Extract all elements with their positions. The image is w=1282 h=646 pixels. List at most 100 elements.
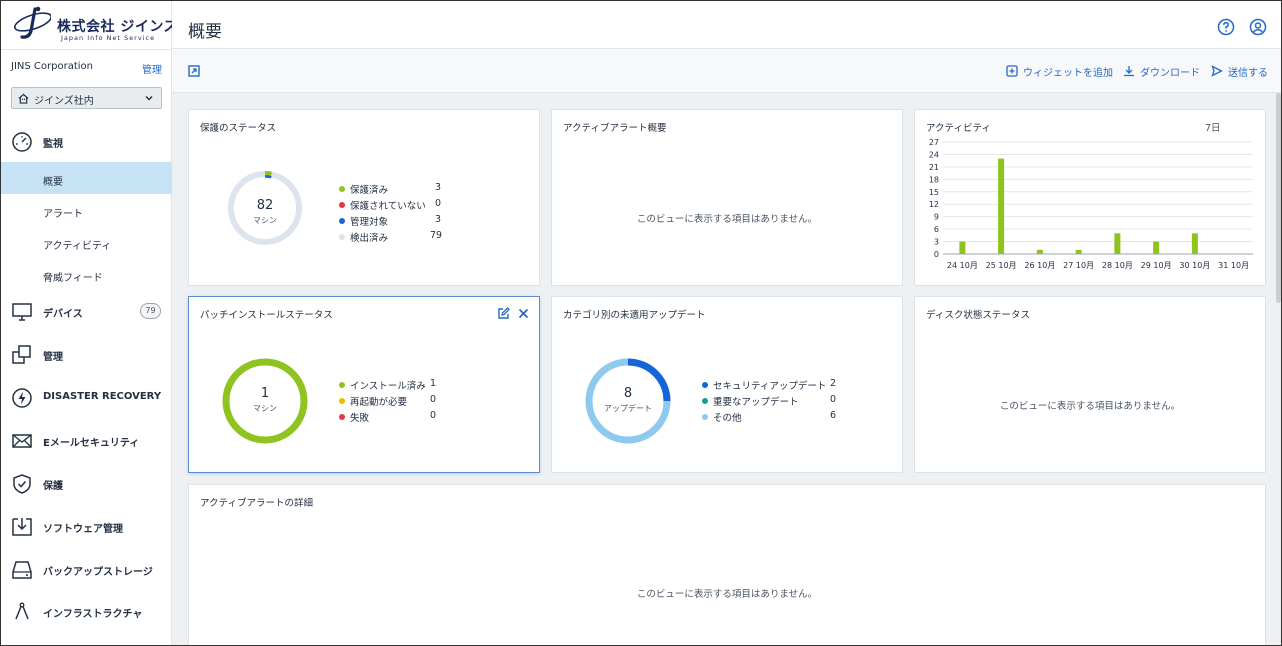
chevron-down-icon (145, 95, 153, 101)
activity-bar-chart: 0 3 6 9 12 15 18 21 24 27 24 10月 25 10月 26 10月 27 10月… (929, 138, 1253, 270)
nav-email-security[interactable]: Eメールセキュリティ (1, 420, 172, 460)
legend-dot (339, 202, 345, 208)
updates-donut-center: 8 アップデート (584, 386, 672, 414)
legend-item: インストール済み 1 (339, 378, 443, 392)
widget-active-alert-details[interactable]: アクティブアラートの詳細 このビューに表示する項目はありません。 (188, 484, 1266, 645)
activity-bar[interactable] (1036, 249, 1043, 254)
edit-icon[interactable] (497, 307, 510, 320)
tenant-name: ジインズ社内 (34, 96, 94, 107)
device-count-badge: 79 (140, 303, 161, 319)
tenant-select[interactable]: ジインズ社内 (11, 87, 162, 109)
legend-value: 0 (430, 410, 437, 421)
help-icon[interactable] (1217, 18, 1235, 36)
widget-activity[interactable]: アクティビティ 7日 0 3 6 9 12 15 18 21 24 27 24 10月 25 10月 2… (914, 109, 1266, 286)
org-manage-link[interactable]: 管理 (142, 61, 162, 76)
app-window: 株式会社 ジインズ Japan Info Net Service JINS Co… (0, 0, 1282, 646)
user-account-icon[interactable] (1249, 18, 1267, 36)
nav-label: 管理 (43, 352, 63, 363)
close-icon[interactable] (517, 307, 530, 320)
nav-infrastructure[interactable]: インフラストラクチャ (1, 591, 172, 631)
download-box-icon (12, 518, 32, 536)
widget-title: カテゴリ別の未適用アップデート (563, 310, 706, 321)
y-tick-label: 21 (929, 163, 939, 172)
page-title: 概要 (188, 22, 222, 42)
main-scrollbar[interactable] (1276, 93, 1281, 303)
add-widget-button[interactable]: ウィジェットを追加 (1006, 64, 1113, 79)
widget-patch-install-status[interactable]: パッチインストールステータス 1 マシン インストール済み 1 再起動が必要 0… (188, 296, 540, 473)
activity-bar[interactable] (1114, 233, 1121, 254)
y-tick-label: 18 (929, 175, 939, 184)
widget-title: ディスク状態ステータス (926, 310, 1030, 321)
send-button[interactable]: 送信する (1211, 64, 1268, 79)
legend-item: 失敗 0 (339, 410, 443, 424)
expand-icon[interactable] (188, 65, 200, 77)
add-widget-label: ウィジェットを追加 (1023, 68, 1113, 79)
nav-threat-feed[interactable]: 脅威フィード (1, 258, 172, 290)
nav-management[interactable]: 管理 (1, 334, 172, 374)
nav-software-management[interactable]: ソフトウェア管理 (1, 506, 172, 546)
legend-dot (339, 414, 345, 420)
empty-message: このビューに表示する項目はありません。 (636, 589, 818, 600)
brand-logo[interactable]: 株式会社 ジインズ Japan Info Net Service (11, 5, 178, 43)
x-tick-label: 25 10月 (986, 261, 1017, 270)
nav-protection[interactable]: 保護 (1, 463, 172, 503)
activity-bar[interactable] (1191, 233, 1198, 254)
protection-donut-center: 82 マシン (227, 198, 303, 226)
envelope-icon (12, 434, 32, 448)
legend-value: 3 (435, 182, 442, 193)
legend-item: 検出済み 79 (339, 230, 443, 244)
x-tick-label: 27 10月 (1063, 261, 1094, 270)
x-tick-label: 30 10月 (1179, 261, 1210, 270)
nav-label: バックアップストレージ (43, 567, 153, 578)
plus-square-icon (1006, 65, 1018, 77)
nav-overview[interactable]: 概要 (1, 162, 172, 194)
download-button[interactable]: ダウンロード (1123, 64, 1200, 79)
activity-bar[interactable] (1153, 241, 1160, 254)
widget-missing-updates[interactable]: カテゴリ別の未適用アップデート 8 アップデート セキュリティアップデート 2 … (551, 296, 903, 473)
nav-activity[interactable]: アクティビティ (1, 226, 172, 258)
widget-title: 保護のステータス (200, 123, 277, 134)
nav-backup-storage[interactable]: バックアップストレージ (1, 549, 172, 589)
nav-label: ソフトウェア管理 (43, 524, 123, 535)
patch-donut-center: 1 マシン (221, 386, 309, 414)
nav-monitoring[interactable]: 監視 (1, 121, 172, 161)
legend-label: 重要なアップデート (713, 397, 799, 408)
brand-j-icon (14, 6, 52, 39)
legend-dot (702, 382, 708, 388)
nav-disaster-recovery[interactable]: DISASTER RECOVERY (1, 377, 172, 417)
legend-item: 保護されていない 0 (339, 198, 443, 212)
activity-bar[interactable] (998, 158, 1005, 254)
nav-label: アラート (43, 209, 83, 220)
legend-label: 検出済み (350, 233, 389, 244)
building-icon (18, 93, 29, 104)
lightning-icon (12, 388, 32, 408)
legend-value: 1 (430, 378, 437, 389)
legend-label: 保護済み (350, 185, 389, 196)
y-tick-label: 24 (929, 150, 939, 159)
activity-bar[interactable] (959, 241, 966, 254)
y-tick-label: 12 (929, 200, 939, 209)
legend-label: 失敗 (350, 413, 370, 424)
org-row: JINS Corporation 管理 (11, 61, 162, 77)
widget-title: アクティブアラートの詳細 (200, 498, 313, 509)
nav-devices[interactable]: デバイス 79 (1, 291, 172, 331)
compass-icon (15, 602, 29, 620)
legend-value: 79 (430, 230, 443, 241)
brand-subtitle: Japan Info Net Service (61, 34, 156, 42)
machine-count: 1 (260, 386, 270, 401)
legend-item: 管理対象 3 (339, 214, 443, 228)
nav-label: デバイス (43, 309, 83, 320)
widget-disk-health[interactable]: ディスク状態ステータス このビューに表示する項目はありません。 (914, 296, 1266, 473)
widget-protection-status[interactable]: 保護のステータス 82 マシン 保護済み 3 保護されていない 0 管理対象 3… (188, 109, 540, 286)
update-unit: アップデート (604, 404, 652, 413)
nav-label: Eメールセキュリティ (43, 438, 140, 449)
activity-period[interactable]: 7日 (1205, 120, 1221, 134)
shield-icon (13, 474, 31, 494)
legend-dot (339, 218, 345, 224)
x-tick-label: 31 10月 (1218, 261, 1249, 270)
update-count: 8 (623, 386, 633, 401)
nav-label: 監視 (43, 139, 63, 150)
activity-bar[interactable] (1075, 249, 1082, 254)
nav-alerts[interactable]: アラート (1, 194, 172, 226)
widget-active-alerts-summary[interactable]: アクティブアラート概要 このビューに表示する項目はありません。 (551, 109, 903, 286)
